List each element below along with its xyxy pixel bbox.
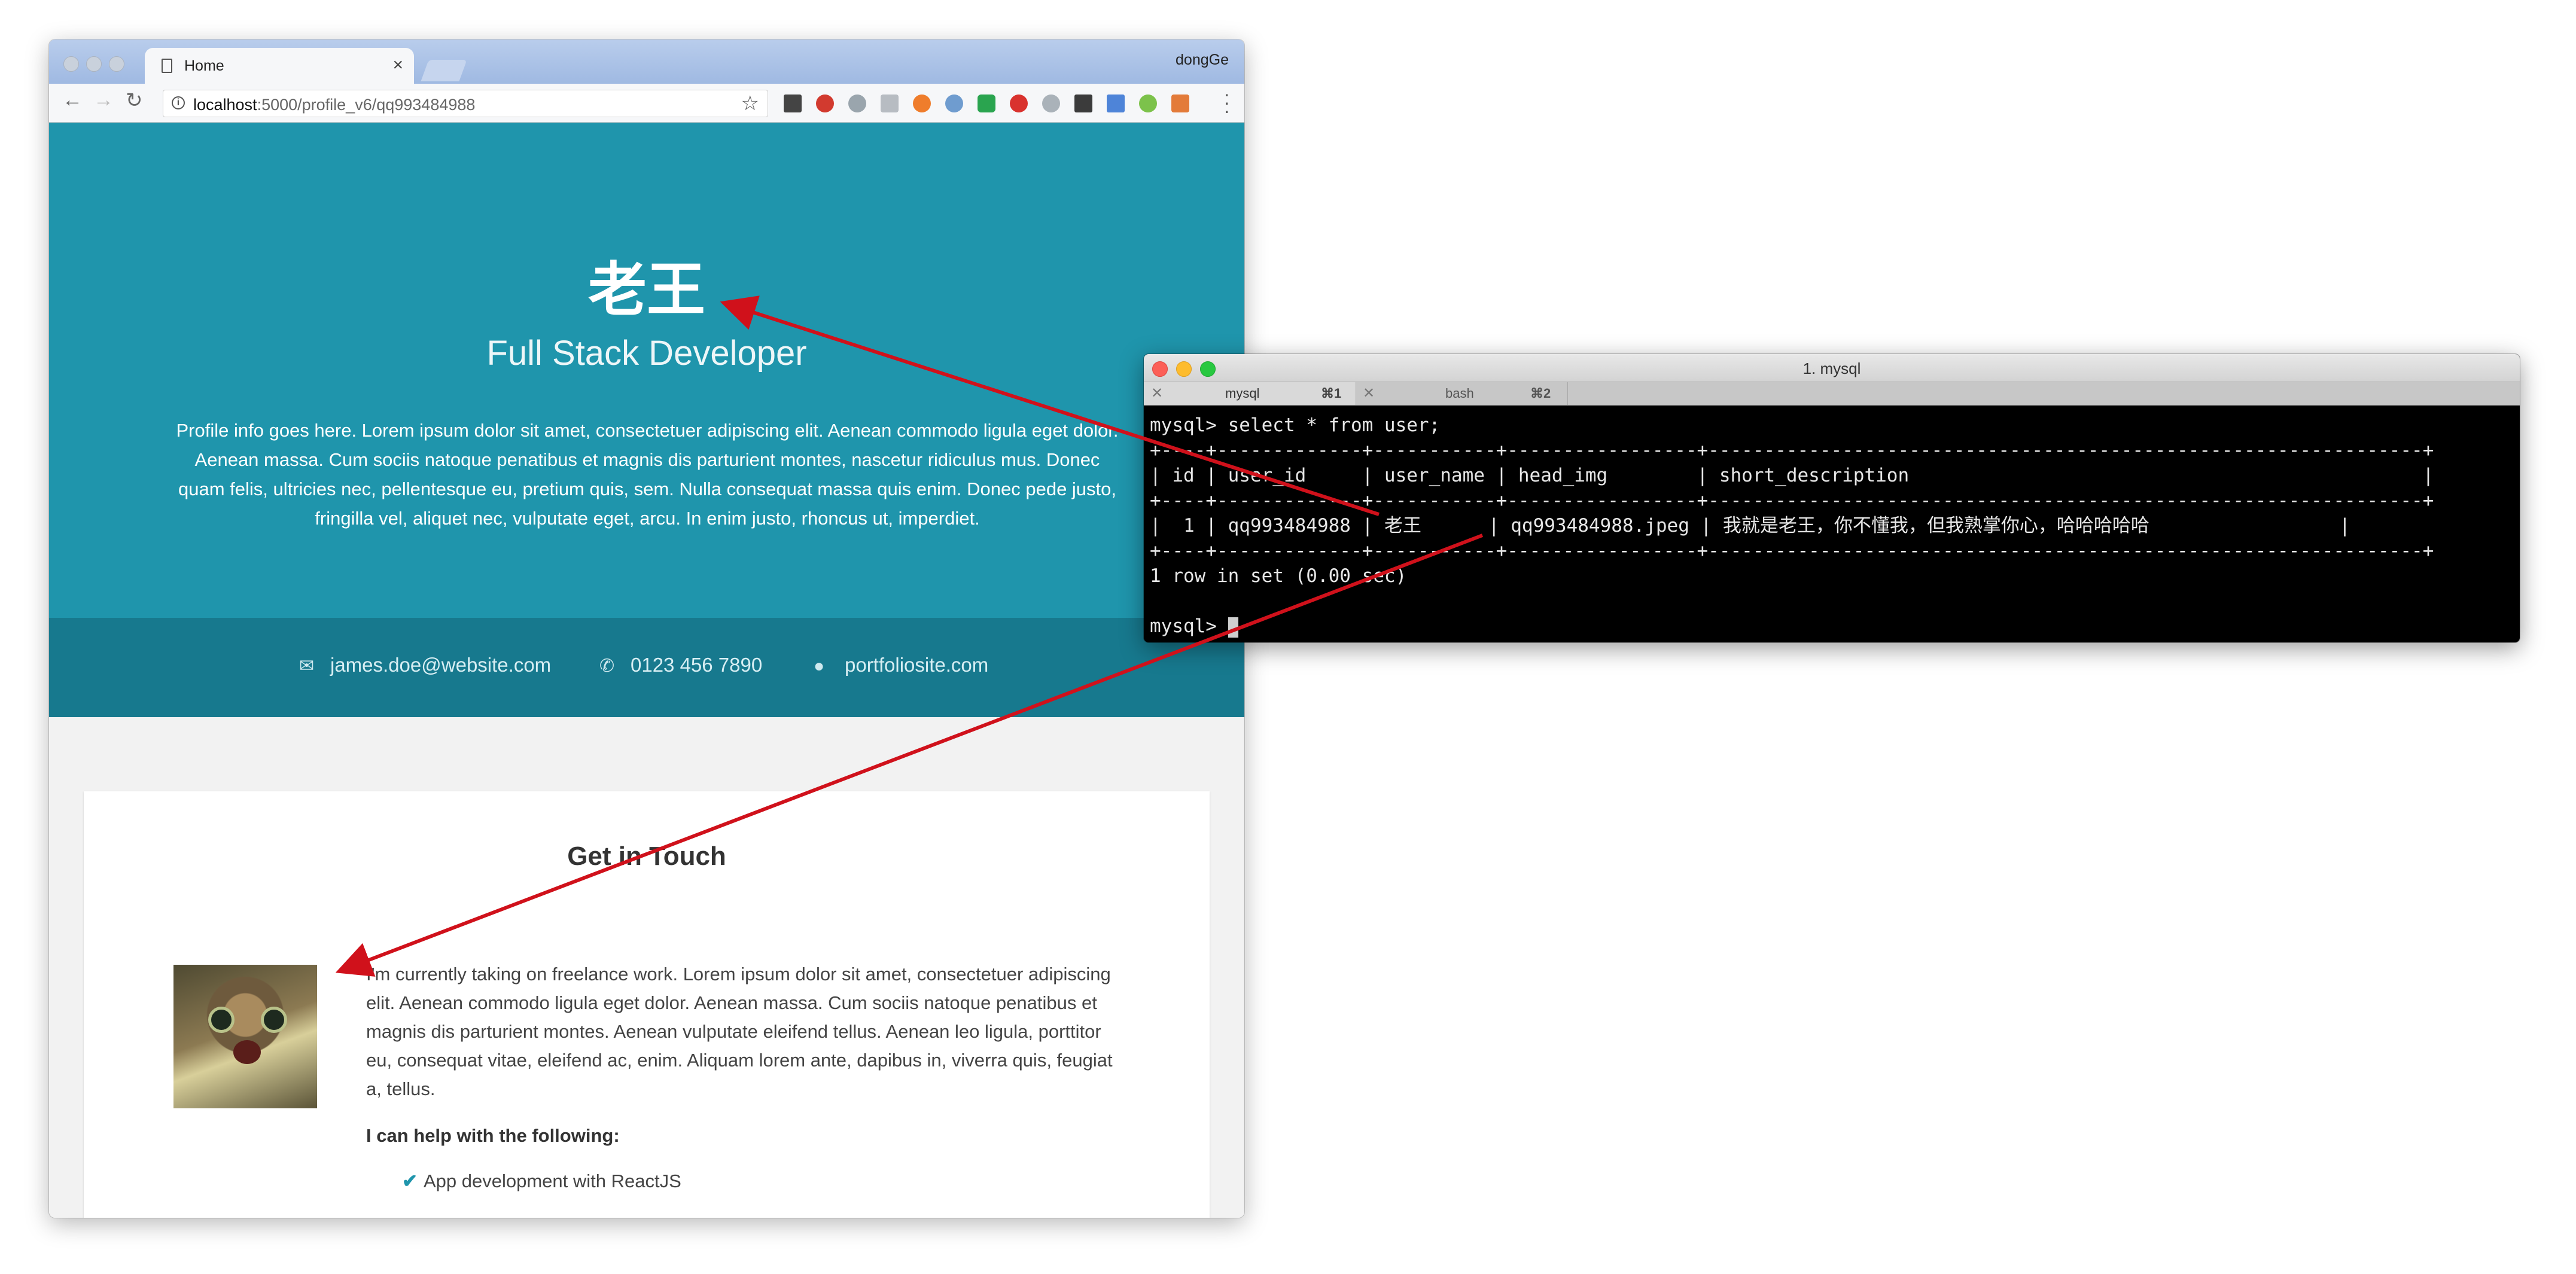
translate-extension-icon[interactable] — [945, 95, 963, 112]
terminal-tab-bar: ✕ mysql ⌘1 ✕ bash ⌘2 — [1144, 382, 2520, 406]
terminal-line: | 1 | qq993484988 | 老王 | qq993484988.jpe… — [1150, 515, 2350, 537]
profile-name[interactable]: dongGe — [1176, 51, 1229, 69]
terminal-tab-bash[interactable]: ✕ bash ⌘2 — [1356, 382, 1568, 405]
help-item-text: App development with ReactJS — [423, 1171, 681, 1191]
fox-extension-icon[interactable] — [1171, 95, 1189, 112]
check-icon: ✔ — [402, 1171, 418, 1191]
reload-icon[interactable]: ↻ — [126, 89, 143, 112]
terminal-window: 1. mysql ✕ mysql ⌘1 ✕ bash ⌘2 mysql> sel… — [1144, 354, 2520, 642]
freelance-description: I'm currently taking on freelance work. … — [366, 964, 1113, 1099]
profile-header: 老王 Full Stack Developer Profile info goe… — [49, 123, 1244, 618]
zoom-window-button[interactable] — [109, 56, 124, 72]
page-extension-icon[interactable] — [881, 95, 899, 112]
profile-name-heading: 老王 — [587, 257, 705, 322]
minimize-window-button[interactable] — [86, 56, 102, 72]
help-list-item: ✔ App development with ReactJS — [402, 1171, 681, 1192]
globe-extension-icon[interactable] — [848, 95, 866, 112]
phone-text: 0123 456 7890 — [631, 654, 763, 676]
photo-detail — [208, 1007, 235, 1033]
get-in-touch-card: Get in Touch I'm currently taking on fre… — [84, 791, 1210, 1218]
url-host: localhost — [193, 96, 257, 114]
bookmark-star-icon[interactable]: ☆ — [741, 92, 759, 115]
contact-email[interactable]: ✉ james.doe@website.com — [299, 654, 551, 676]
terminal-titlebar: 1. mysql — [1144, 354, 2520, 382]
tab-close-icon[interactable]: × — [392, 55, 403, 75]
terminal-output[interactable]: mysql> select * from user; +----+--------… — [1150, 413, 2434, 639]
terminal-tab-shortcut: ⌘2 — [1530, 386, 1551, 401]
address-bar[interactable]: i localhost:5000/profile_v6/qq993484988 … — [163, 90, 768, 117]
terminal-tab-label: bash — [1445, 386, 1474, 401]
green-extension-icon[interactable] — [1139, 95, 1157, 112]
email-text: james.doe@website.com — [330, 654, 552, 676]
qr-extension-icon[interactable] — [784, 95, 802, 112]
close-window-button[interactable] — [63, 56, 79, 72]
terminal-tab-shortcut: ⌘1 — [1321, 386, 1342, 401]
help-heading: I can help with the following: — [366, 1125, 620, 1146]
terminal-prompt-line: mysql> — [1150, 614, 2434, 639]
globe-icon: ● — [814, 656, 825, 676]
terminal-title: 1. mysql — [1802, 359, 1861, 377]
tab-title: Home — [184, 57, 224, 74]
menu-kebab-icon[interactable]: · · · — [1223, 84, 1230, 120]
shield-extension-icon[interactable] — [978, 95, 995, 112]
envelope-icon: ✉ — [299, 656, 315, 676]
back-icon[interactable]: ← — [62, 89, 83, 112]
adblock-extension-icon[interactable] — [816, 95, 834, 112]
jh-extension-icon[interactable] — [1107, 95, 1125, 112]
x-extension-icon[interactable] — [1074, 95, 1092, 112]
terminal-cursor — [1228, 617, 1238, 638]
browser-window: Home × dongGe ← → ↻ i localhost:5000/pro… — [49, 39, 1244, 1218]
forward-icon[interactable]: → — [93, 89, 114, 112]
job-title: Full Stack Developer — [486, 334, 807, 373]
contact-bar: ✉ james.doe@website.com ✆ 0123 456 7890 ● p… — [49, 618, 1244, 717]
tab-close-icon[interactable]: ✕ — [1151, 385, 1163, 402]
browser-toolbar: ← → ↻ i localhost:5000/profile_v6/qq9934… — [49, 84, 1244, 123]
contact-website[interactable]: ● portfoliosite.com — [814, 654, 988, 676]
photo-detail — [233, 1040, 261, 1064]
terminal-line: | id | user_id | user_name | head_img | … — [1150, 465, 2434, 486]
photo-detail — [261, 1007, 287, 1033]
url-text: localhost:5000/profile_v6/qq993484988 — [193, 96, 475, 114]
profile-intro: Profile info goes here. Lorem ipsum dolo… — [176, 420, 1119, 529]
tab-close-icon[interactable]: ✕ — [1363, 385, 1375, 402]
url-path: :5000/profile_v6/qq993484988 — [257, 96, 476, 114]
tab-home[interactable]: Home × — [145, 48, 414, 84]
orange-extension-icon[interactable] — [913, 95, 931, 112]
terminal-line: +----+-------------+-----------+--------… — [1150, 490, 2434, 511]
yab-extension-icon[interactable] — [1010, 95, 1028, 112]
profile-photo — [173, 965, 317, 1108]
page-icon — [162, 59, 172, 73]
section-title: Get in Touch — [567, 842, 726, 871]
browser-tab-bar: Home × dongGe — [49, 39, 1244, 84]
info-icon[interactable]: i — [172, 96, 185, 109]
website-text: portfoliosite.com — [845, 654, 989, 676]
phone-icon: ✆ — [599, 656, 615, 676]
terminal-tab-mysql[interactable]: ✕ mysql ⌘1 — [1144, 382, 1356, 405]
cloud-extension-icon[interactable] — [1042, 95, 1060, 112]
contact-phone[interactable]: ✆ 0123 456 7890 — [599, 654, 762, 676]
new-tab-button[interactable] — [421, 60, 467, 81]
terminal-line: mysql> select * from user; — [1150, 414, 1441, 436]
terminal-line: +----+-------------+-----------+--------… — [1150, 540, 2434, 562]
terminal-line: 1 row in set (0.00 sec) — [1150, 565, 1407, 587]
terminal-tab-label: mysql — [1225, 386, 1260, 401]
page-viewport: 老王 Full Stack Developer Profile info goe… — [49, 123, 1244, 1218]
terminal-prompt: mysql> — [1150, 615, 1228, 637]
terminal-line: +----+-------------+-----------+--------… — [1150, 440, 2434, 461]
